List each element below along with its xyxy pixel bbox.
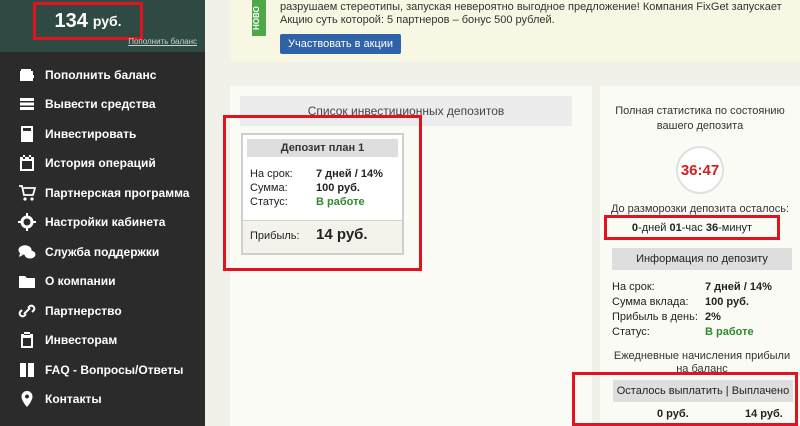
deposit-info-header: Информация по депозиту	[612, 248, 792, 270]
info-status-label: Статус:	[612, 326, 650, 338]
info-daily-profit-label: Прибыль в день:	[612, 311, 698, 323]
sidebar-item-partner-program[interactable]: Партнерская программа	[0, 178, 205, 208]
paid-value: 14 руб.	[745, 408, 783, 420]
cash-stack-icon	[18, 95, 36, 113]
sidebar-item-invest[interactable]: Инвестировать	[0, 119, 205, 149]
deposit-profit-label: Прибыль:	[250, 230, 300, 242]
sidebar-item-faq[interactable]: FAQ - Вопросы/Ответы	[0, 355, 205, 385]
sidebar-item-about[interactable]: О компании	[0, 267, 205, 297]
sidebar-item-label: Контакты	[45, 392, 102, 407]
deposit-amount-label: Сумма:	[250, 182, 288, 194]
info-term-label: На срок:	[612, 281, 655, 293]
clipboard-icon	[18, 331, 36, 349]
new-tag: НОВО	[252, 0, 266, 36]
calendar-icon	[18, 154, 36, 172]
promo-text: разрушаем стереотипы, запуская невероятн…	[280, 1, 782, 26]
sidebar-item-history[interactable]: История операций	[0, 149, 205, 179]
sidebar-item-label: Пополнить баланс	[45, 67, 157, 82]
gear-icon	[18, 213, 36, 232]
info-term-value: 7 дней / 14%	[705, 281, 772, 293]
sidebar-item-label: Партнерство	[45, 303, 122, 318]
sidebar-item-label: Настройки кабинета	[45, 215, 166, 230]
join-promo-button[interactable]: Участвовать в акции	[280, 34, 402, 54]
balance-currency: руб.	[92, 13, 122, 29]
info-daily-profit-value: 2%	[705, 311, 721, 323]
sidebar-item-support[interactable]: Служба поддержки	[0, 237, 205, 267]
countdown-hours: 01	[669, 221, 682, 234]
deposit-profit-value: 14 руб.	[316, 226, 368, 243]
countdown-hours-unit: -час	[681, 221, 703, 234]
countdown-days-unit: -дней	[638, 221, 667, 234]
info-amount-value: 100 руб.	[705, 296, 749, 308]
deposit-status-value: В работе	[316, 196, 365, 208]
sidebar-item-label: Вывести средства	[45, 97, 156, 112]
remaining-value: 0 руб.	[657, 408, 689, 420]
sidebar-item-label: Инвестировать	[45, 126, 137, 141]
countdown-minutes: 36	[705, 221, 719, 234]
chat-icon	[18, 243, 36, 261]
sidebar-menu: Пополнить баланс Вывести средства Инвест…	[0, 60, 205, 414]
info-status-value: В работе	[705, 326, 754, 338]
link-icon	[18, 302, 36, 320]
calculator-icon	[18, 125, 36, 143]
sidebar-item-label: Инвесторам	[45, 333, 118, 348]
stats-title: Полная статистика по состоянию вашего де…	[615, 105, 785, 132]
wallet-icon	[18, 66, 36, 84]
sidebar-item-topup[interactable]: Пополнить баланс	[0, 60, 205, 90]
topup-balance-link[interactable]: Пополнить баланс	[128, 37, 197, 46]
deposit-term-value: 7 дней / 14%	[316, 168, 383, 180]
sidebar-item-label: FAQ - Вопросы/Ответы	[45, 362, 184, 377]
sidebar-item-contacts[interactable]: Контакты	[0, 385, 205, 415]
balance-amount: 134 руб.	[33, 2, 143, 40]
sidebar-item-settings[interactable]: Настройки кабинета	[0, 208, 205, 238]
sidebar-item-investors[interactable]: Инвесторам	[0, 326, 205, 356]
info-amount-label: Сумма вклада:	[612, 296, 689, 308]
deposit-card[interactable]: Депозит план 1 На срок: 7 дней / 14% Сум…	[241, 133, 404, 255]
map-pin-icon	[18, 390, 36, 408]
unfreeze-label: До разморозки депозита осталось:	[610, 203, 790, 215]
sidebar-item-label: О компании	[45, 274, 116, 289]
sidebar: 134 руб. Пополнить баланс Пополнить бала…	[0, 0, 205, 426]
sidebar-item-withdraw[interactable]: Вывести средства	[0, 90, 205, 120]
deposit-term-label: На срок:	[250, 168, 293, 180]
balance-block: 134 руб. Пополнить баланс	[0, 0, 205, 52]
deposit-status-label: Статус:	[250, 196, 288, 208]
sidebar-item-partnership[interactable]: Партнерство	[0, 296, 205, 326]
countdown: 0 -дней 01 -час 36 -минут	[604, 215, 780, 240]
deposit-timer: 36:47	[676, 146, 724, 194]
deposit-card-title: Депозит план 1	[247, 139, 398, 157]
balance-value: 134	[54, 9, 88, 32]
book-icon	[18, 361, 36, 379]
promo-banner: НОВО разрушаем стереотипы, запуская неве…	[230, 0, 800, 62]
countdown-minutes-unit: -минут	[718, 221, 753, 234]
folder-icon	[18, 272, 36, 290]
deposit-amount-value: 100 руб.	[316, 182, 360, 194]
cart-icon	[18, 184, 36, 202]
sidebar-item-label: Партнерская программа	[45, 185, 190, 200]
sidebar-item-label: История операций	[45, 156, 156, 171]
sidebar-item-label: Служба поддержки	[45, 244, 160, 259]
payout-header: Осталось выплатить | Выплачено	[613, 380, 793, 402]
